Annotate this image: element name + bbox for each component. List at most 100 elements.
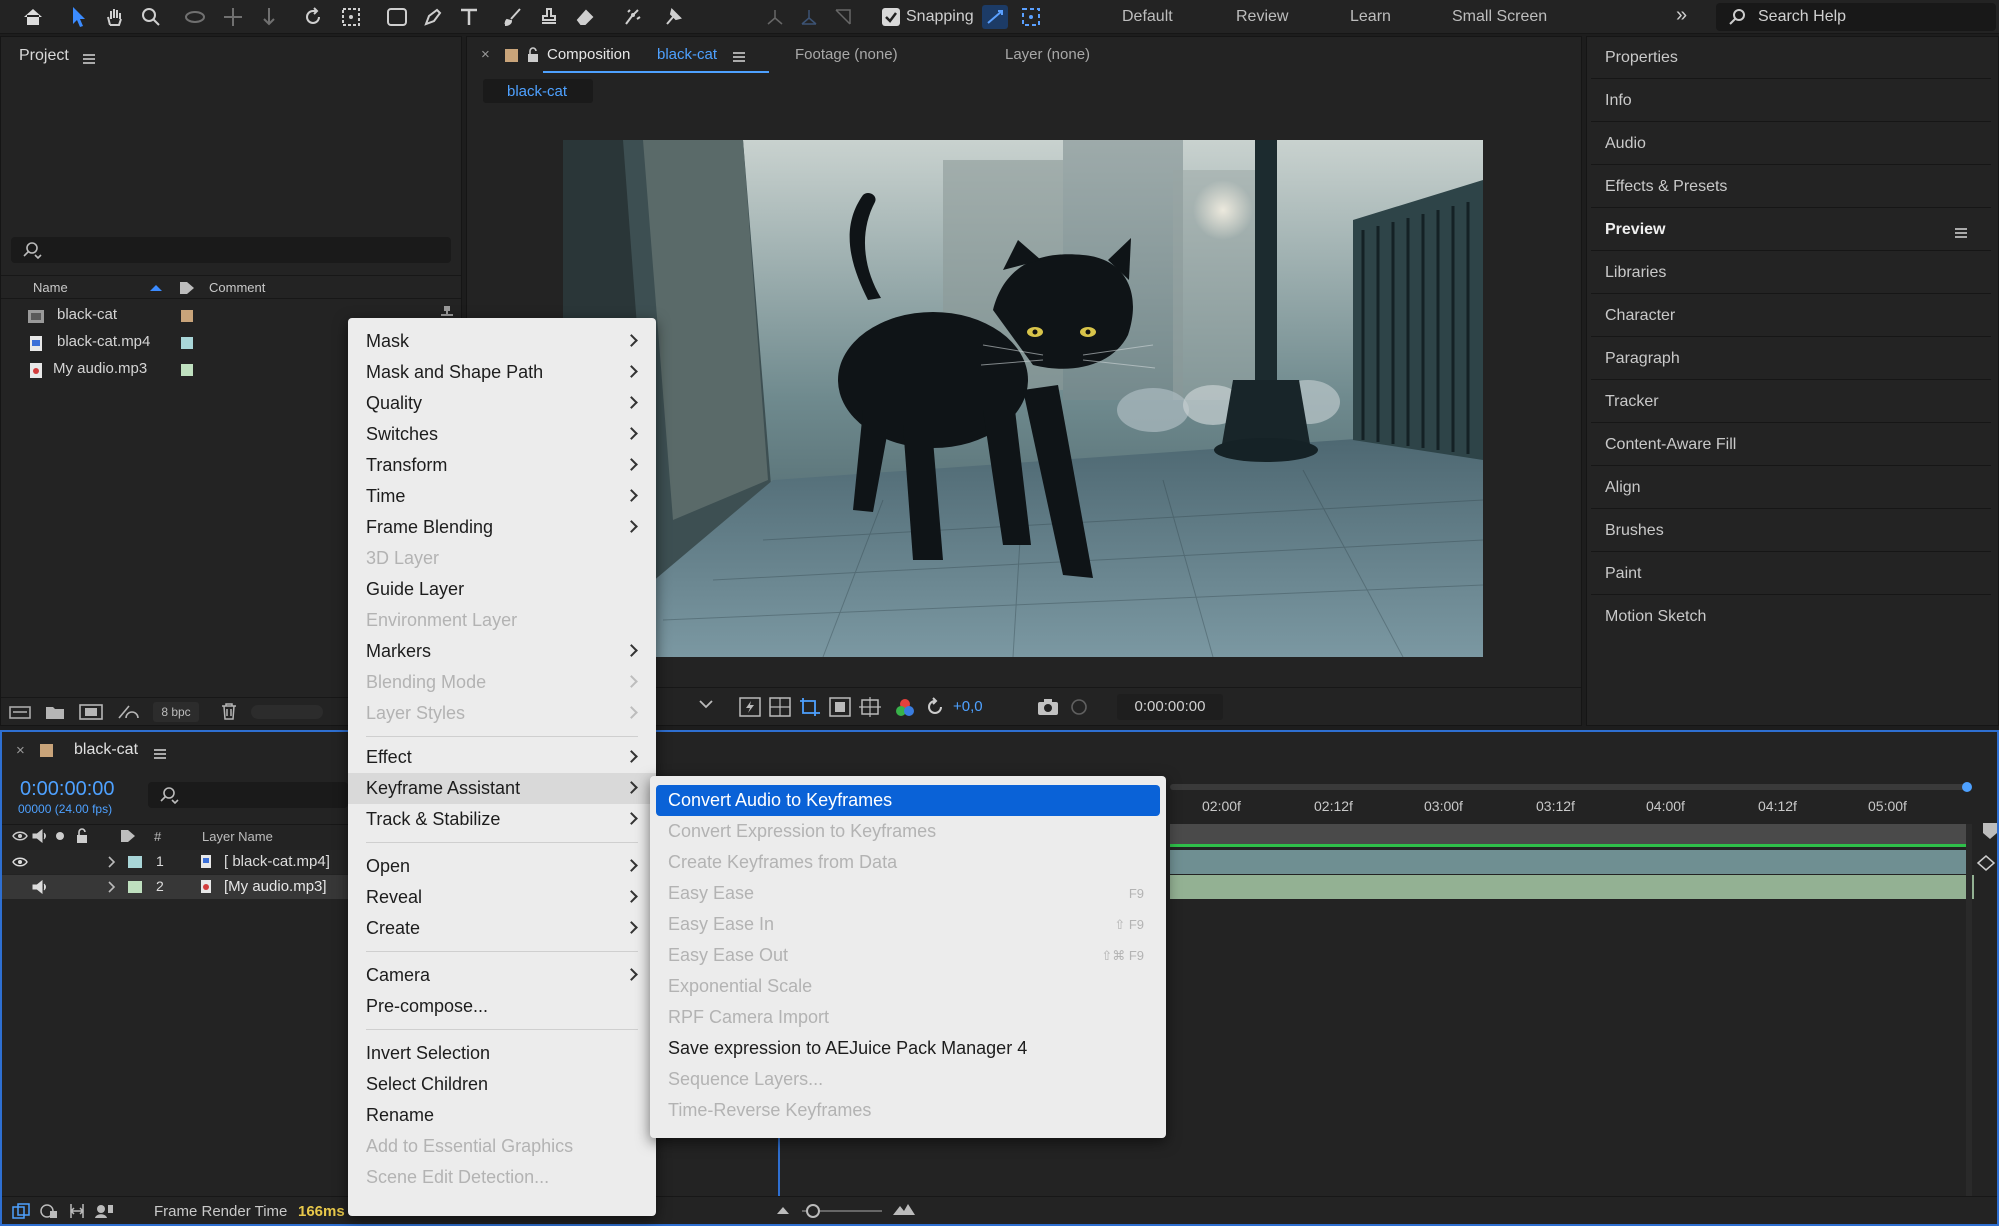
workspace-learn[interactable]: Learn [1350,0,1391,34]
motion-sketch-panel-tab[interactable]: Motion Sketch [1591,596,1991,638]
layer-row[interactable]: 1 [ black-cat.mp4] [2,850,350,874]
project-panel-menu-icon[interactable] [83,51,95,68]
eye-icon[interactable] [12,830,28,842]
composition-tab-label[interactable]: Composition [547,46,630,63]
transparency-grid-icon[interactable] [769,697,791,717]
fast-previews-icon[interactable] [739,697,761,717]
label-color-swatch[interactable] [181,364,193,376]
menu-item-quality[interactable]: Quality [348,388,656,419]
eye-icon[interactable] [12,856,28,868]
menu-item-rename[interactable]: Rename [348,1100,656,1131]
hand-tool-icon[interactable] [102,4,128,30]
paragraph-panel-tab[interactable]: Paragraph [1591,338,1991,380]
menu-item-mask-and-shape-path[interactable]: Mask and Shape Path [348,357,656,388]
timeline-current-time[interactable]: 0:00:00:00 [20,778,115,801]
layer-tab[interactable]: Layer (none) [1005,46,1090,63]
menu-item-effect[interactable]: Effect [348,742,656,773]
layer-name[interactable]: [My audio.mp3] [224,878,327,895]
menu-item-frame-blending[interactable]: Frame Blending [348,512,656,543]
composition-viewer[interactable] [563,140,1483,657]
layer-bar-video[interactable] [1170,850,1966,874]
snap-edges-icon[interactable] [982,5,1008,29]
new-folder-icon[interactable] [45,704,65,720]
menu-item-camera[interactable]: Camera [348,960,656,991]
pen-tool-icon[interactable] [420,4,446,30]
timeline-zoom-slider-handle[interactable] [806,1204,820,1218]
dolly-camera-icon[interactable] [256,4,282,30]
selection-tool-icon[interactable] [66,4,92,30]
preview-panel-menu-icon[interactable] [1955,225,1967,242]
trash-icon[interactable] [221,703,237,720]
timeline-panel-menu-icon[interactable] [154,746,166,763]
tracker-panel-tab[interactable]: Tracker [1591,381,1991,423]
project-search-input[interactable] [11,237,451,263]
render-time-toggle-icon[interactable] [94,1203,114,1219]
zoom-out-mountain-icon[interactable] [776,1205,790,1215]
menu-item-convert-audio-to-keyframes[interactable]: Convert Audio to Keyframes [656,785,1160,816]
speaker-icon[interactable] [32,829,48,843]
layer-row-selected[interactable]: 2 [My audio.mp3] [2,875,350,899]
lock-icon[interactable] [527,47,539,63]
orbit-camera-icon[interactable] [182,4,208,30]
region-of-interest-icon[interactable] [829,697,851,717]
menu-item-transform[interactable]: Transform [348,450,656,481]
roto-brush-tool-icon[interactable] [620,4,646,30]
menu-item-time[interactable]: Time [348,481,656,512]
double-chevron-right-icon[interactable]: » [1676,4,1687,27]
composition-tab-name[interactable]: black-cat [657,46,717,63]
puppet-pin-tool-icon[interactable] [660,4,686,30]
menu-item-create[interactable]: Create [348,913,656,944]
new-composition-icon[interactable] [79,704,103,720]
time-ruler[interactable]: 02:00f 02:12f 03:00f 03:12f 04:00f 04:12… [1170,792,1970,822]
thumbnail-size-slider[interactable] [251,705,323,719]
menu-item-pre-compose[interactable]: Pre-compose... [348,991,656,1022]
menu-item-invert-selection[interactable]: Invert Selection [348,1038,656,1069]
layer-name[interactable]: [ black-cat.mp4] [224,853,330,870]
reset-exposure-icon[interactable] [925,697,945,717]
mask-visibility-icon[interactable] [799,697,821,717]
label-color-swatch[interactable] [181,310,193,322]
search-help-field[interactable]: Search Help [1716,3,1996,31]
comment-column-header[interactable]: Comment [209,280,265,295]
preview-panel-tab[interactable]: Preview [1591,209,1991,251]
sort-ascending-icon[interactable] [149,284,163,292]
current-time-display[interactable]: 0:00:00:00 [1117,694,1223,720]
expand-chevron-icon[interactable] [108,881,116,893]
paint-panel-tab[interactable]: Paint [1591,553,1991,595]
grid-guides-icon[interactable] [859,697,881,717]
comp-navigator-tab[interactable]: black-cat [483,79,593,103]
menu-item-save-expression-aejuice[interactable]: Save expression to AEJuice Pack Manager … [650,1033,1166,1064]
menu-item-select-children[interactable]: Select Children [348,1069,656,1100]
exposure-value[interactable]: +0,0 [953,698,983,715]
zoom-in-mountain-icon[interactable] [892,1202,916,1216]
menu-item-track-stabilize[interactable]: Track & Stabilize [348,804,656,835]
timeline-comp-name[interactable]: black-cat [74,741,138,759]
workspace-small-screen[interactable]: Small Screen [1452,0,1547,34]
layer-label-swatch[interactable] [128,881,142,893]
zoom-tool-icon[interactable] [138,4,164,30]
name-column-header[interactable]: Name [33,280,68,295]
menu-item-reveal[interactable]: Reveal [348,882,656,913]
brushes-panel-tab[interactable]: Brushes [1591,510,1991,552]
view-axis-mode-icon[interactable] [830,4,856,30]
composition-panel-menu-icon[interactable] [733,49,745,66]
local-axis-mode-icon[interactable] [762,4,788,30]
workspace-review[interactable]: Review [1236,0,1288,34]
expand-chevron-icon[interactable] [108,856,116,868]
label-color-swatch[interactable] [181,337,193,349]
camera-snapshot-icon[interactable] [1037,698,1059,716]
comp-marker-bin-icon[interactable] [1982,822,1998,840]
libraries-panel-tab[interactable]: Libraries [1591,252,1991,294]
pan-camera-icon[interactable] [220,4,246,30]
menu-item-keyframe-assistant[interactable]: Keyframe Assistant [348,773,656,804]
effects-presets-panel-tab[interactable]: Effects & Presets [1591,166,1991,208]
character-panel-tab[interactable]: Character [1591,295,1991,337]
menu-item-mask[interactable]: Mask [348,326,656,357]
close-icon[interactable]: × [481,46,490,63]
layer-switches-toggle-icon[interactable] [12,1203,30,1219]
work-area-bar[interactable] [1170,824,1966,844]
menu-item-markers[interactable]: Markers [348,636,656,667]
layer-end-marker-icon[interactable] [1976,854,1996,872]
layer-name-column-header[interactable]: Layer Name [202,829,273,844]
eraser-tool-icon[interactable] [572,4,598,30]
